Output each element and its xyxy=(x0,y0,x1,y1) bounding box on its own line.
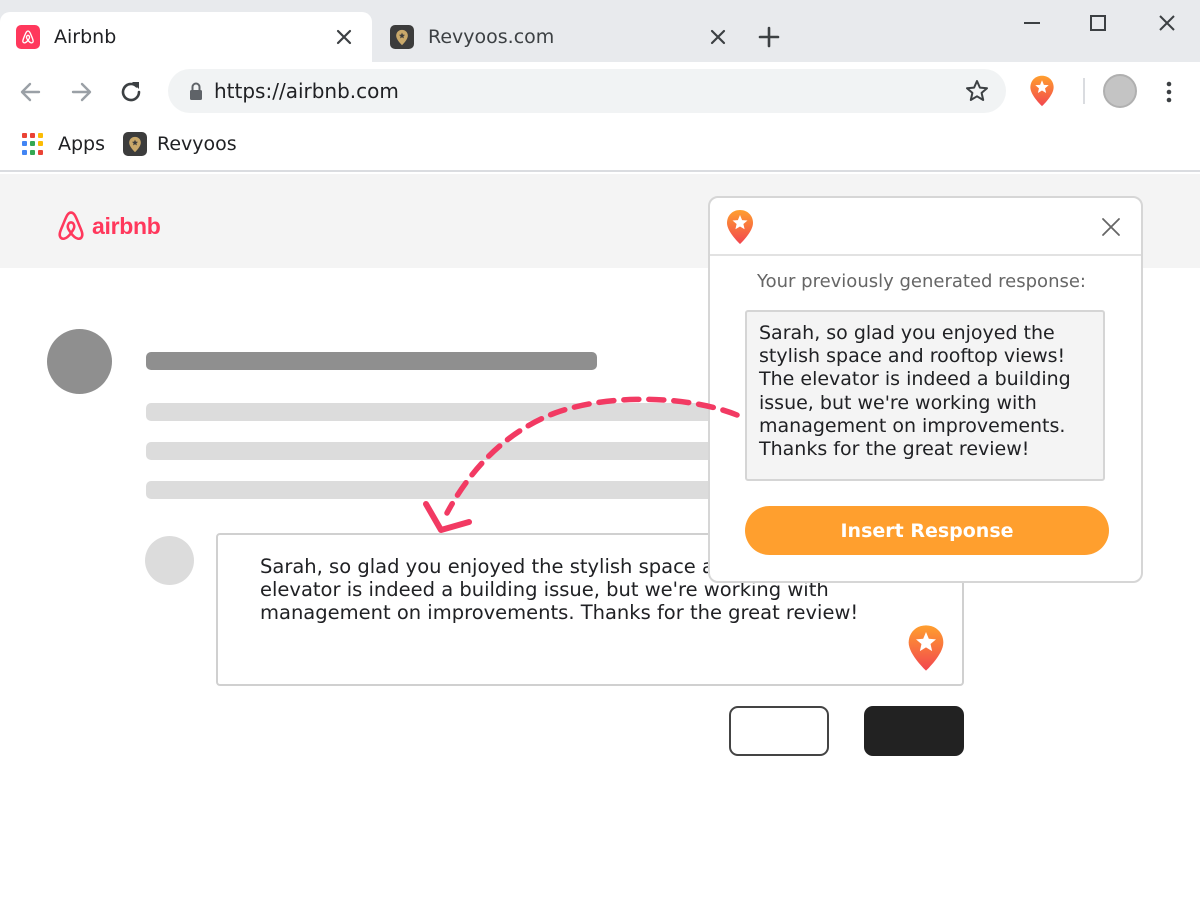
tab-close-icon[interactable] xyxy=(332,25,356,49)
insert-response-button[interactable]: Insert Response xyxy=(745,506,1109,555)
browser-window: Airbnb Revyoos.com https://airbnb.com Ap… xyxy=(0,0,1200,900)
bookmark-label: Apps xyxy=(58,133,106,155)
url-text: https://airbnb.com xyxy=(214,79,399,103)
maximize-icon[interactable] xyxy=(1085,10,1111,36)
reload-icon[interactable] xyxy=(117,78,145,106)
generated-response: Sarah, so glad you enjoyed the stylish s… xyxy=(745,310,1105,481)
bookmark-revyoos[interactable]: Revyoos xyxy=(123,130,237,158)
airbnb-logo[interactable]: airbnb xyxy=(54,208,161,244)
address-bar[interactable]: https://airbnb.com xyxy=(168,69,1006,113)
tab-strip: Airbnb Revyoos.com xyxy=(0,0,1200,62)
apps-grid-icon xyxy=(22,133,44,155)
tab-close-icon[interactable] xyxy=(706,25,730,49)
forward-icon[interactable] xyxy=(67,78,95,106)
popup-header xyxy=(710,198,1141,256)
bookmark-label: Revyoos xyxy=(157,133,237,155)
brand-name: airbnb xyxy=(92,212,161,239)
revyoos-popup: Your previously generated response: Sara… xyxy=(708,196,1143,583)
review-line-placeholder xyxy=(146,481,726,499)
popup-label: Your previously generated response: xyxy=(757,271,1086,292)
revyoos-pin-icon[interactable] xyxy=(906,622,946,674)
airbnb-icon xyxy=(16,25,40,49)
revyoos-icon xyxy=(123,132,147,156)
review-line-placeholder xyxy=(146,403,726,421)
review-title-placeholder xyxy=(146,352,597,370)
back-icon[interactable] xyxy=(17,78,45,106)
toolbar-divider xyxy=(1083,78,1085,104)
airbnb-icon xyxy=(58,211,84,241)
bookmarks-bar: Apps Revyoos xyxy=(0,120,1200,172)
tab-airbnb[interactable]: Airbnb xyxy=(0,12,372,62)
revyoos-icon xyxy=(390,25,414,49)
tab-revyoos[interactable]: Revyoos.com xyxy=(374,12,746,62)
bookmark-apps[interactable]: Apps xyxy=(20,130,105,158)
revyoos-extension-icon[interactable] xyxy=(1028,74,1056,108)
host-avatar xyxy=(145,536,194,585)
profile-avatar[interactable] xyxy=(1103,74,1137,108)
tab-title: Airbnb xyxy=(54,26,117,48)
secondary-button[interactable] xyxy=(729,706,829,756)
toolbar: https://airbnb.com xyxy=(0,62,1200,120)
close-window-icon[interactable] xyxy=(1154,10,1180,36)
new-tab-icon[interactable] xyxy=(756,24,782,50)
tab-title: Revyoos.com xyxy=(428,26,555,48)
reviewer-avatar xyxy=(47,329,112,394)
more-menu-icon[interactable] xyxy=(1158,78,1180,106)
close-icon[interactable] xyxy=(1099,215,1123,239)
revyoos-logo-icon xyxy=(727,210,753,244)
lock-icon xyxy=(190,82,202,100)
minimize-icon[interactable] xyxy=(1019,10,1045,36)
primary-button[interactable] xyxy=(864,706,964,756)
bookmark-star-icon[interactable] xyxy=(964,78,990,104)
review-line-placeholder xyxy=(146,442,726,460)
